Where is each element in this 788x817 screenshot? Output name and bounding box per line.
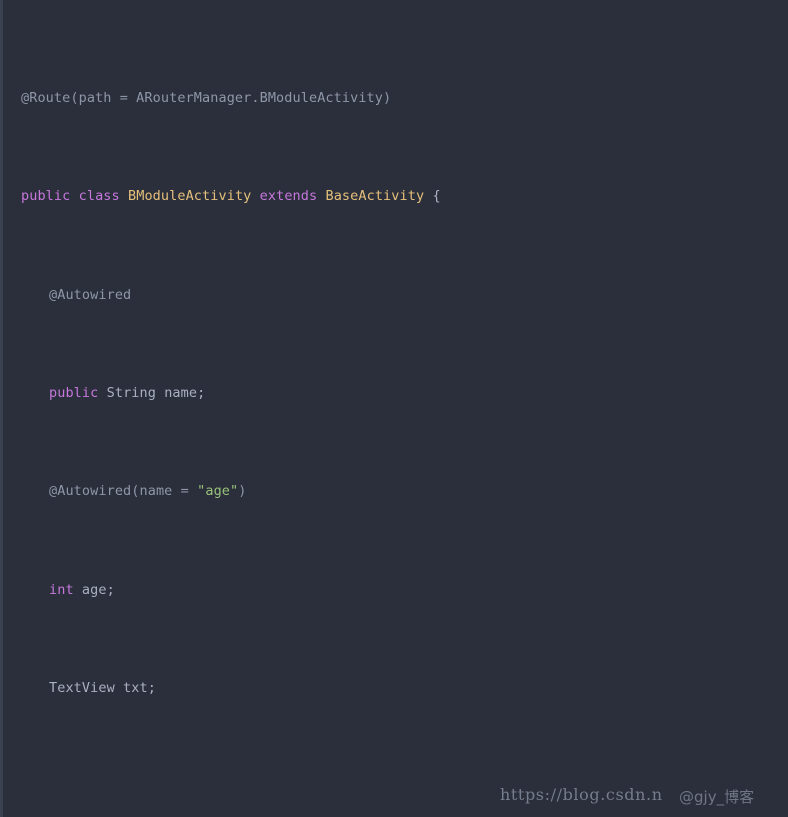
class-name: BModuleActivity — [127, 188, 252, 205]
keyword-extends: extends — [259, 188, 318, 205]
code-screenshot: @Route(path = ARouterManager.BModuleActi… — [0, 0, 788, 817]
code-line: @Route(path = ARouterManager.BModuleActi… — [3, 86, 788, 111]
field-txt: TextView txt; — [49, 680, 156, 697]
code-line: @Autowired — [3, 283, 788, 308]
keyword-class: class — [78, 188, 120, 205]
annotation-route: @Route(path = ARouterManager.BModuleActi… — [21, 89, 392, 106]
code-line: public class BModuleActivity extends Bas… — [3, 184, 788, 209]
paren-close: ) — [238, 483, 247, 500]
keyword-int: int — [49, 581, 74, 598]
code-line: @Autowired(name = "age") — [3, 479, 788, 504]
code-line: int age; — [3, 578, 788, 603]
code-block: @Route(path = ARouterManager.BModuleActi… — [3, 12, 788, 817]
code-line: public String name; — [3, 381, 788, 406]
field-name: String name; — [106, 384, 206, 401]
superclass-name: BaseActivity — [325, 188, 425, 205]
keyword-public: public — [49, 384, 99, 401]
brace-open: { — [432, 188, 441, 205]
annotation-autowired: @Autowired — [49, 286, 132, 303]
field-age: age; — [81, 581, 115, 598]
keyword-public: public — [21, 188, 71, 205]
code-line: TextView txt; — [3, 676, 788, 701]
annotation-autowired-named: @Autowired(name = — [49, 483, 198, 500]
string-literal: "age" — [197, 483, 239, 500]
